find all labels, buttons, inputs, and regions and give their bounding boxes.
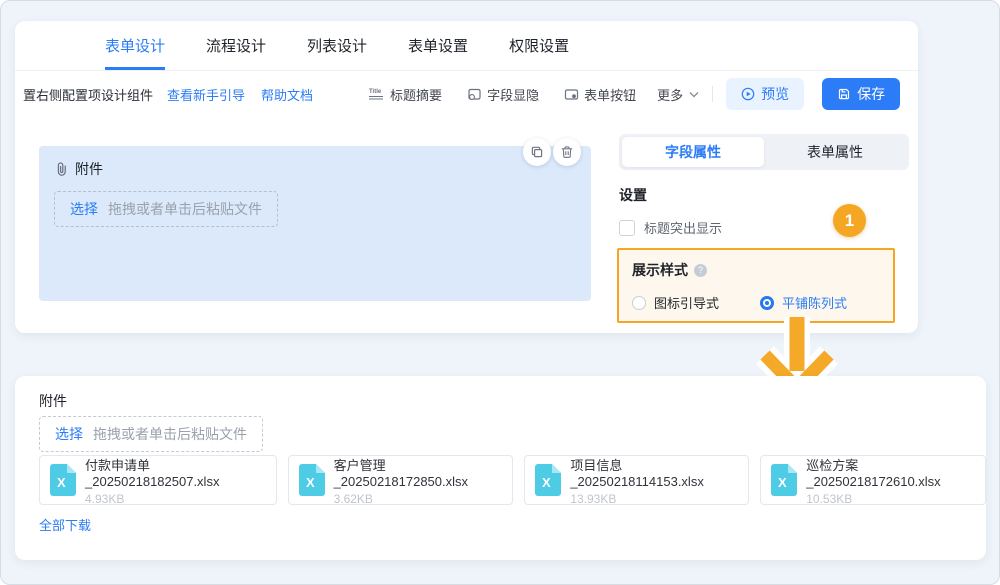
main-tab-bar: 表单设计 流程设计 列表设计 表单设置 权限设置 bbox=[15, 21, 918, 71]
file-card[interactable]: X 客户管理_20250218172850.xlsx 3.62KB bbox=[288, 455, 514, 505]
paperclip-icon bbox=[54, 161, 69, 177]
play-circle-icon bbox=[741, 87, 755, 101]
svg-text:Title: Title bbox=[369, 89, 382, 95]
toolbar-tools: Title 标题摘要 字段显隐 bbox=[369, 85, 661, 104]
display-style-title: 展示样式 bbox=[632, 260, 688, 280]
delete-field-button[interactable] bbox=[553, 138, 581, 166]
title-summary-label: 标题摘要 bbox=[390, 85, 442, 104]
field-upload-button[interactable]: 选择 拖拽或者单击后粘贴文件 bbox=[54, 191, 278, 227]
file-name: 付款申请单_20250218182507.xlsx bbox=[85, 455, 263, 489]
form-button-label: 表单按钮 bbox=[584, 85, 636, 104]
svg-text:X: X bbox=[57, 475, 66, 490]
file-name: 项目信息_20250218114153.xlsx bbox=[570, 455, 735, 489]
checkbox-title-highlight-label: 标题突出显示 bbox=[644, 218, 722, 237]
preview-button[interactable]: 预览 bbox=[726, 78, 804, 110]
beginner-guide-link[interactable]: 查看新手引导 bbox=[167, 85, 245, 104]
excel-file-icon: X bbox=[50, 464, 76, 496]
result-select-label: 选择 bbox=[55, 424, 83, 444]
result-drop-hint: 拖拽或者单击后粘贴文件 bbox=[93, 424, 247, 444]
checkbox-unchecked-icon bbox=[619, 220, 635, 236]
tab-form-properties[interactable]: 表单属性 bbox=[764, 137, 906, 167]
trash-icon bbox=[560, 145, 574, 159]
app-window: 表单设计 流程设计 列表设计 表单设置 权限设置 置右侧配置项设计组件 查看新手… bbox=[0, 0, 1000, 585]
more-menu-button[interactable]: 更多 bbox=[657, 85, 699, 104]
toolbar: 置右侧配置项设计组件 查看新手引导 帮助文档 Title 标题摘要 bbox=[15, 71, 918, 117]
excel-file-icon: X bbox=[535, 464, 561, 496]
field-label: 附件 bbox=[75, 159, 103, 179]
file-size: 13.93KB bbox=[570, 492, 735, 506]
radio-unselected-icon bbox=[632, 296, 646, 310]
file-card[interactable]: X 付款申请单_20250218182507.xlsx 4.93KB bbox=[39, 455, 277, 505]
result-field-label: 附件 bbox=[39, 391, 67, 411]
title-summary-icon: Title bbox=[369, 87, 385, 101]
tab-form-settings[interactable]: 表单设置 bbox=[408, 21, 468, 70]
radio-icon-guided[interactable]: 图标引导式 bbox=[632, 293, 760, 312]
radio-icon-guided-label: 图标引导式 bbox=[654, 293, 719, 312]
field-label-row: 附件 bbox=[39, 146, 591, 179]
preview-label: 预览 bbox=[761, 84, 789, 104]
designer-panel: 表单设计 流程设计 列表设计 表单设置 权限设置 置右侧配置项设计组件 查看新手… bbox=[15, 21, 918, 333]
title-summary-tool[interactable]: Title 标题摘要 bbox=[369, 85, 442, 104]
more-menu-label: 更多 bbox=[657, 85, 683, 104]
uploaded-files-list: X 付款申请单_20250218182507.xlsx 4.93KB X bbox=[39, 455, 986, 505]
form-button-icon bbox=[564, 87, 579, 102]
toolbar-hint-text: 置右侧配置项设计组件 bbox=[23, 85, 153, 104]
field-visibility-label: 字段显隐 bbox=[487, 85, 539, 104]
copy-icon bbox=[530, 145, 544, 159]
tab-form-design[interactable]: 表单设计 bbox=[105, 21, 165, 70]
settings-section-title: 设置 bbox=[619, 185, 909, 205]
radio-tiled-display[interactable]: 平铺陈列式 bbox=[760, 293, 847, 312]
svg-text:X: X bbox=[542, 475, 551, 490]
save-label: 保存 bbox=[857, 84, 885, 104]
tab-field-properties[interactable]: 字段属性 bbox=[622, 137, 764, 167]
properties-panel: 字段属性 表单属性 设置 标题突出显示 允许拖拽上传 1 展示样式 ? bbox=[619, 134, 909, 269]
attachment-field-card[interactable]: 附件 选择 拖拽或者单击后粘贴文件 bbox=[39, 146, 591, 301]
file-size: 3.62KB bbox=[334, 492, 500, 506]
file-card[interactable]: X 项目信息_20250218114153.xlsx 13.93KB bbox=[524, 455, 749, 505]
tab-flow-design[interactable]: 流程设计 bbox=[206, 21, 266, 70]
drop-hint: 拖拽或者单击后粘贴文件 bbox=[108, 199, 262, 219]
radio-tiled-display-label: 平铺陈列式 bbox=[782, 293, 847, 312]
svg-text:X: X bbox=[778, 475, 787, 490]
svg-text:X: X bbox=[306, 475, 315, 490]
file-name: 客户管理_20250218172850.xlsx bbox=[334, 455, 500, 489]
field-visibility-icon bbox=[467, 87, 482, 102]
tab-list-design[interactable]: 列表设计 bbox=[307, 21, 367, 70]
file-card[interactable]: X 巡检方案_20250218172610.xlsx 10.53KB bbox=[760, 455, 986, 505]
file-size: 4.93KB bbox=[85, 492, 263, 506]
chevron-down-icon bbox=[689, 91, 699, 98]
duplicate-field-button[interactable] bbox=[523, 138, 551, 166]
properties-tab-bar: 字段属性 表单属性 bbox=[619, 134, 909, 170]
excel-file-icon: X bbox=[299, 464, 325, 496]
download-all-link[interactable]: 全部下载 bbox=[39, 515, 91, 534]
help-icon[interactable]: ? bbox=[694, 264, 707, 277]
select-label: 选择 bbox=[70, 199, 98, 219]
help-doc-link[interactable]: 帮助文档 bbox=[261, 85, 313, 104]
floppy-disk-icon bbox=[837, 87, 851, 101]
annotation-step-badge: 1 bbox=[833, 204, 866, 237]
result-upload-button[interactable]: 选择 拖拽或者单击后粘贴文件 bbox=[39, 416, 263, 452]
file-name: 巡检方案_20250218172610.xlsx bbox=[806, 455, 972, 489]
save-button[interactable]: 保存 bbox=[822, 78, 900, 110]
toolbar-divider bbox=[712, 86, 713, 102]
result-preview-panel: 附件 选择 拖拽或者单击后粘贴文件 X 付款申请单_20250218182507… bbox=[15, 376, 986, 560]
tab-permission-settings[interactable]: 权限设置 bbox=[509, 21, 569, 70]
annotation-highlight-box: 展示样式 ? 图标引导式 平铺陈列式 bbox=[617, 248, 895, 323]
field-visibility-tool[interactable]: 字段显隐 bbox=[467, 85, 539, 104]
excel-file-icon: X bbox=[771, 464, 797, 496]
form-button-tool[interactable]: 表单按钮 bbox=[564, 85, 636, 104]
file-size: 10.53KB bbox=[806, 492, 972, 506]
radio-selected-icon bbox=[760, 296, 774, 310]
